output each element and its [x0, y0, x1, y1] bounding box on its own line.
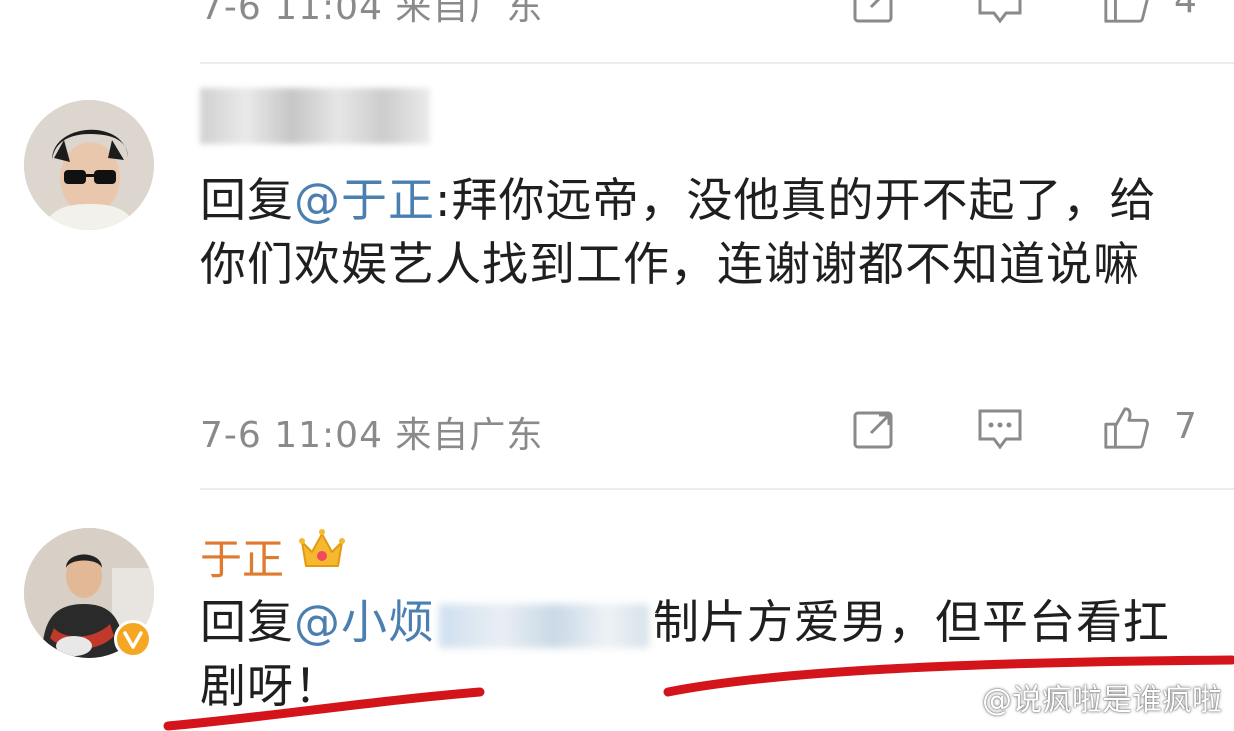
like-count: 7 — [1174, 406, 1197, 447]
reply-prefix: 回复 — [200, 173, 294, 227]
crown-badge-icon — [296, 522, 348, 574]
divider — [200, 488, 1234, 490]
top-like-count: 4 — [1174, 0, 1197, 21]
weibo-logo-icon — [936, 681, 976, 713]
share-icon[interactable] — [850, 406, 898, 454]
comment-icon[interactable] — [976, 406, 1024, 454]
comment-text: 回复@于正:拜你远帝，没他真的开不起了，给你们欢娱艺人找到工作，连谢谢都不知道说… — [200, 168, 1200, 296]
username[interactable]: 于正 — [200, 526, 284, 587]
watermark-text: @说疯啦是谁疯啦 — [982, 683, 1222, 718]
mention-link[interactable]: @于正 — [294, 173, 435, 227]
blurred-username — [200, 88, 430, 144]
like-icon[interactable] — [1102, 0, 1150, 26]
top-timestamp: 7-6 11:04 来自广东 — [200, 0, 544, 28]
comment-timestamp: 7-6 11:04 来自广东 — [200, 415, 544, 456]
avatar[interactable] — [24, 100, 154, 230]
like-icon[interactable] — [1102, 404, 1150, 452]
watermark: @说疯啦是谁疯啦 — [936, 675, 1222, 719]
share-icon[interactable] — [850, 0, 898, 28]
comment-icon[interactable] — [976, 0, 1024, 28]
divider — [200, 62, 1234, 64]
comment-feed: 7-6 11:04 来自广东 4 回复@于正:拜你远帝，没他真的开不起了，给你们… — [0, 0, 1234, 731]
